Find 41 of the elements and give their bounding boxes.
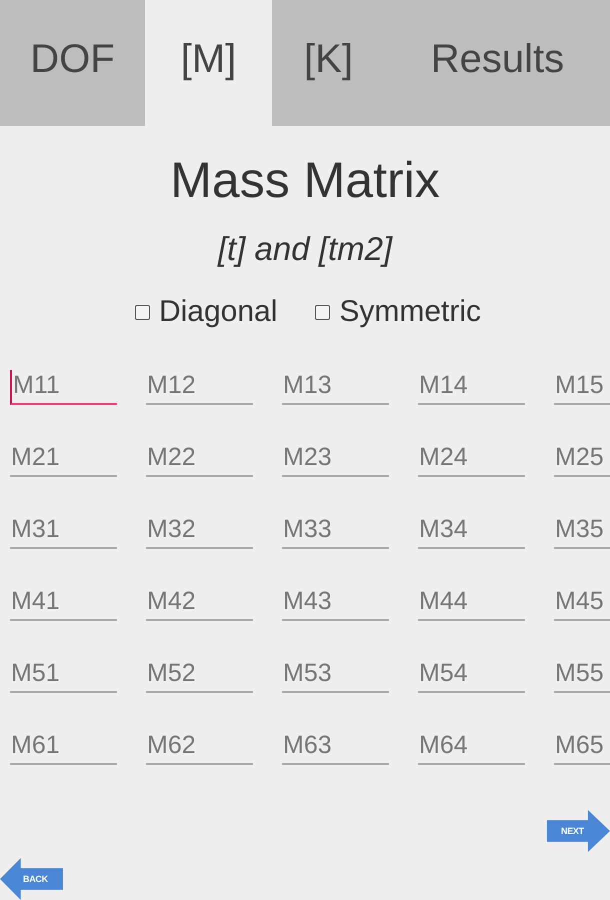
- units-subtitle: [t] and [tm2]: [216, 230, 394, 268]
- input-field[interactable]: M22: [146, 442, 253, 477]
- page-title: Mass Matrix: [169, 152, 441, 208]
- tab[interactable]: [K]: [272, 0, 385, 126]
- input-field[interactable]: M34: [418, 514, 525, 549]
- next-button[interactable]: NEXT: [547, 810, 610, 852]
- checkbox-label: Diagonal: [158, 295, 278, 329]
- input-field[interactable]: M55: [554, 658, 610, 693]
- input-field[interactable]: M61: [10, 730, 117, 765]
- input-field[interactable]: M64: [418, 730, 525, 765]
- input-field[interactable]: M24: [418, 442, 525, 477]
- input-field[interactable]: M63: [282, 730, 389, 765]
- input-field[interactable]: M33: [282, 514, 389, 549]
- input-field[interactable]: M21: [10, 442, 117, 477]
- tab[interactable]: Results: [385, 0, 610, 126]
- input-field[interactable]: M44: [418, 586, 525, 621]
- input-field[interactable]: M51: [10, 658, 117, 693]
- input-field[interactable]: M53: [282, 658, 389, 693]
- input-field[interactable]: M45: [554, 586, 610, 621]
- input-field[interactable]: M41: [10, 586, 117, 621]
- checkbox[interactable]: [315, 304, 330, 320]
- input-field[interactable]: M13: [282, 370, 389, 405]
- input-field[interactable]: M31: [10, 514, 117, 549]
- checkbox-label: Symmetric: [339, 295, 482, 329]
- input-field[interactable]: M52: [146, 658, 253, 693]
- input-field[interactable]: M14: [418, 370, 525, 405]
- input-field[interactable]: M12: [146, 370, 253, 405]
- input-field[interactable]: M35: [554, 514, 610, 549]
- input-field[interactable]: M32: [146, 514, 253, 549]
- back-button[interactable]: BACK: [0, 858, 63, 900]
- input-field[interactable]: M54: [418, 658, 525, 693]
- input-field[interactable]: M25: [554, 442, 610, 477]
- tab[interactable]: DOF: [0, 0, 145, 126]
- input-field[interactable]: M65: [554, 730, 610, 765]
- input-field[interactable]: M15: [554, 370, 610, 405]
- input-field[interactable]: M23: [282, 442, 389, 477]
- input-field[interactable]: M11: [10, 370, 117, 405]
- checkbox[interactable]: [134, 304, 150, 320]
- input-field[interactable]: M42: [146, 586, 253, 621]
- input-field[interactable]: M43: [282, 586, 389, 621]
- input-field[interactable]: M62: [146, 730, 253, 765]
